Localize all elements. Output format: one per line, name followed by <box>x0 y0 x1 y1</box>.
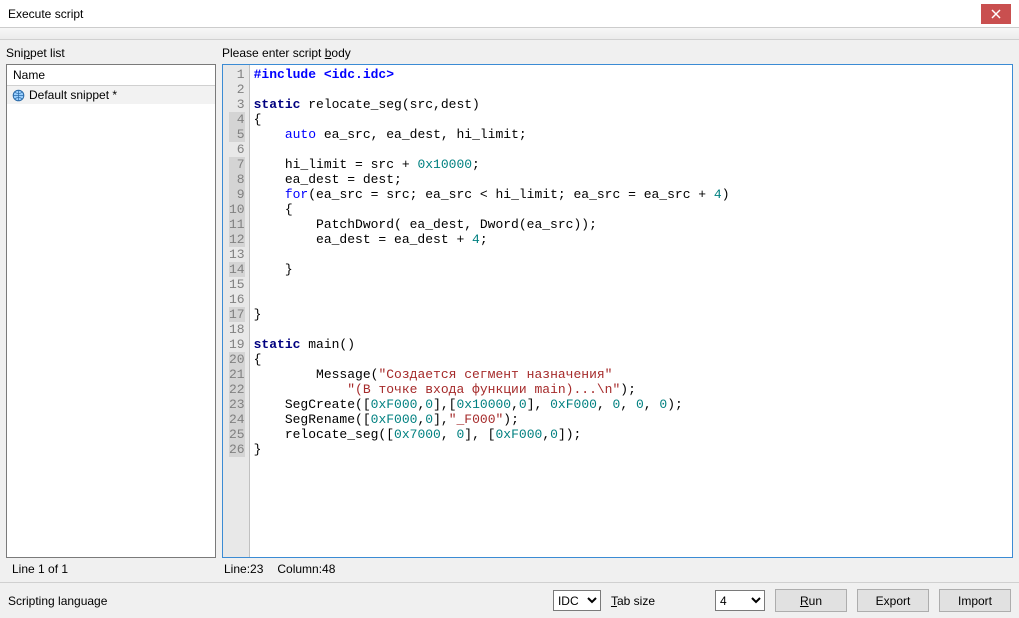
tab-size-label: Tab size <box>611 594 655 608</box>
export-button[interactable]: Export <box>857 589 929 612</box>
import-button[interactable]: Import <box>939 589 1011 612</box>
language-select[interactable]: IDC <box>553 590 601 611</box>
scripting-language-label: Scripting language <box>8 594 107 608</box>
globe-icon <box>11 88 25 102</box>
toolbar-strip <box>0 28 1019 40</box>
main-area: Snippet list Name Default snippet * Line… <box>0 40 1019 582</box>
code-content[interactable]: #include <idc.idc> static relocate_seg(s… <box>250 65 1012 557</box>
code-editor[interactable]: 1 2 3 4 5 6 7 8 9 10 11 12 13 14 15 16 1… <box>222 64 1013 558</box>
snippet-panel: Snippet list Name Default snippet * Line… <box>6 44 216 582</box>
editor-status: Line:23 Column:48 <box>222 558 1013 582</box>
snippet-status: Line 1 of 1 <box>6 558 216 582</box>
close-button[interactable] <box>981 4 1011 24</box>
snippet-list-label: Snippet list <box>6 44 216 64</box>
editor-panel: Please enter script body 1 2 3 4 5 6 7 8… <box>222 44 1013 582</box>
controls-row: IDC Tab size 4 Run Export Import <box>553 589 1011 612</box>
close-icon <box>991 9 1001 19</box>
run-button-rest: un <box>809 594 822 608</box>
bottom-bar: Scripting language IDC Tab size 4 Run Ex… <box>0 582 1019 618</box>
editor-label: Please enter script body <box>222 44 1013 64</box>
status-column: Column:48 <box>277 562 335 576</box>
snippet-item-name: Default snippet * <box>29 88 117 102</box>
status-line: Line:23 <box>224 562 263 576</box>
snippet-list[interactable]: Name Default snippet * <box>6 64 216 558</box>
line-gutter: 1 2 3 4 5 6 7 8 9 10 11 12 13 14 15 16 1… <box>223 65 250 557</box>
title-bar[interactable]: Execute script <box>0 0 1019 28</box>
snippet-list-header[interactable]: Name <box>7 65 215 86</box>
tab-size-select[interactable]: 4 <box>715 590 765 611</box>
snippet-list-item[interactable]: Default snippet * <box>7 86 215 104</box>
run-button[interactable]: Run <box>775 589 847 612</box>
window-title: Execute script <box>8 7 981 21</box>
